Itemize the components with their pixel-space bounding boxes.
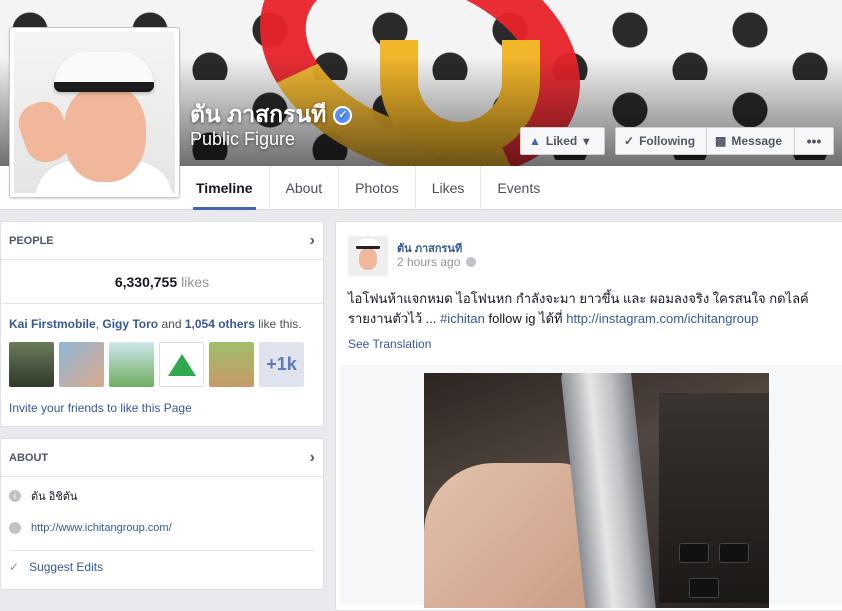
avatar[interactable] xyxy=(59,342,104,387)
friends-like-text: Kai Firstmobile, Gigy Toro and 1,054 oth… xyxy=(9,317,302,331)
post-time-text: 2 hours ago xyxy=(397,255,461,269)
profile-photo-image xyxy=(14,32,175,193)
website-link[interactable]: http://www.ichitangroup.com/ xyxy=(31,522,172,534)
page-category: Public Figure xyxy=(190,129,296,149)
friend-avatars: +1k xyxy=(1,332,323,387)
people-card: PEOPLE › 6,330,755 likes Kai Firstmobile… xyxy=(0,221,324,427)
suggest-edits-link[interactable]: ✓ Suggest Edits xyxy=(1,551,323,583)
message-button[interactable]: ▩ Message xyxy=(706,127,795,155)
more-friends-button[interactable]: +1k xyxy=(259,342,304,387)
verified-badge-icon: ✓ xyxy=(333,105,353,125)
following-button[interactable]: ✓ Following xyxy=(615,127,707,155)
about-name: ตัน อิชิตัน xyxy=(31,491,78,503)
info-icon: i xyxy=(9,490,21,502)
page-name[interactable]: ตัน ภาสกรนที ✓ xyxy=(190,97,353,133)
friend-link-1[interactable]: Kai Firstmobile xyxy=(9,317,96,331)
globe-icon xyxy=(466,257,477,267)
about-card: ABOUT › i ตัน อิชิตัน http://www.ichitan… xyxy=(0,438,324,590)
page-tabs: Timeline About Photos Likes Events xyxy=(180,166,556,210)
likes-count-label: likes xyxy=(181,273,210,290)
more-options-button[interactable]: ••• xyxy=(794,127,834,155)
chevron-down-icon: ▾ xyxy=(583,134,590,148)
chevron-right-icon[interactable]: › xyxy=(310,449,315,467)
post-author-avatar[interactable] xyxy=(348,236,388,276)
suggest-edits-label: Suggest Edits xyxy=(29,560,104,574)
check-icon: ✓ xyxy=(624,134,635,148)
invite-friends-link[interactable]: Invite your friends to like this Page xyxy=(1,387,323,415)
instagram-link[interactable]: http://instagram.com/ichitangroup xyxy=(566,311,758,326)
people-heading: PEOPLE xyxy=(9,234,54,247)
check-icon: ✓ xyxy=(9,560,20,574)
message-icon: ▩ xyxy=(715,134,727,148)
message-label: Message xyxy=(731,134,783,148)
post-photo-area xyxy=(340,365,842,608)
likes-count[interactable]: 6,330,755 likes xyxy=(1,260,323,304)
chevron-right-icon[interactable]: › xyxy=(310,232,315,250)
avatar[interactable] xyxy=(209,342,254,387)
tab-timeline[interactable]: Timeline xyxy=(180,166,270,210)
hashtag-link[interactable]: #ichitan xyxy=(440,311,485,326)
profile-picture[interactable] xyxy=(9,27,180,198)
about-website-row: http://www.ichitangroup.com/ xyxy=(1,512,323,544)
liked-label: Liked xyxy=(545,134,578,148)
globe-icon xyxy=(9,522,21,534)
avatar[interactable] xyxy=(159,342,204,387)
friend-link-2[interactable]: Gigy Toro xyxy=(102,317,158,331)
liked-button[interactable]: ▲ Liked ▾ xyxy=(520,127,605,155)
avatar[interactable] xyxy=(9,342,54,387)
tab-photos[interactable]: Photos xyxy=(339,166,416,210)
others-link[interactable]: 1,054 others xyxy=(185,317,255,331)
post-text: ไอโฟนห้าแจกหมด ไอโฟนหก กำลังจะมา ยาวขึ้น… xyxy=(348,291,809,326)
post-timestamp[interactable]: 2 hours ago xyxy=(397,255,477,269)
post-card: ตัน ภาสกรนที 2 hours ago ไอโฟนห้าแจกหมด … xyxy=(335,221,842,611)
about-heading: ABOUT xyxy=(9,451,49,464)
people-header[interactable]: PEOPLE › xyxy=(1,222,323,260)
avatar[interactable] xyxy=(109,342,154,387)
tab-likes[interactable]: Likes xyxy=(416,166,482,210)
see-translation-link[interactable]: See Translation xyxy=(348,337,431,351)
post-photo[interactable] xyxy=(424,373,769,608)
thumbs-up-icon: ▲ xyxy=(529,134,541,148)
likes-count-value: 6,330,755 xyxy=(114,273,178,290)
about-name-row: i ตัน อิชิตัน xyxy=(1,480,323,512)
following-label: Following xyxy=(639,134,696,148)
tab-about[interactable]: About xyxy=(270,166,340,210)
page-name-text[interactable]: ตัน ภาสกรนที xyxy=(190,97,326,133)
tab-events[interactable]: Events xyxy=(481,166,556,210)
about-header[interactable]: ABOUT › xyxy=(1,439,323,477)
